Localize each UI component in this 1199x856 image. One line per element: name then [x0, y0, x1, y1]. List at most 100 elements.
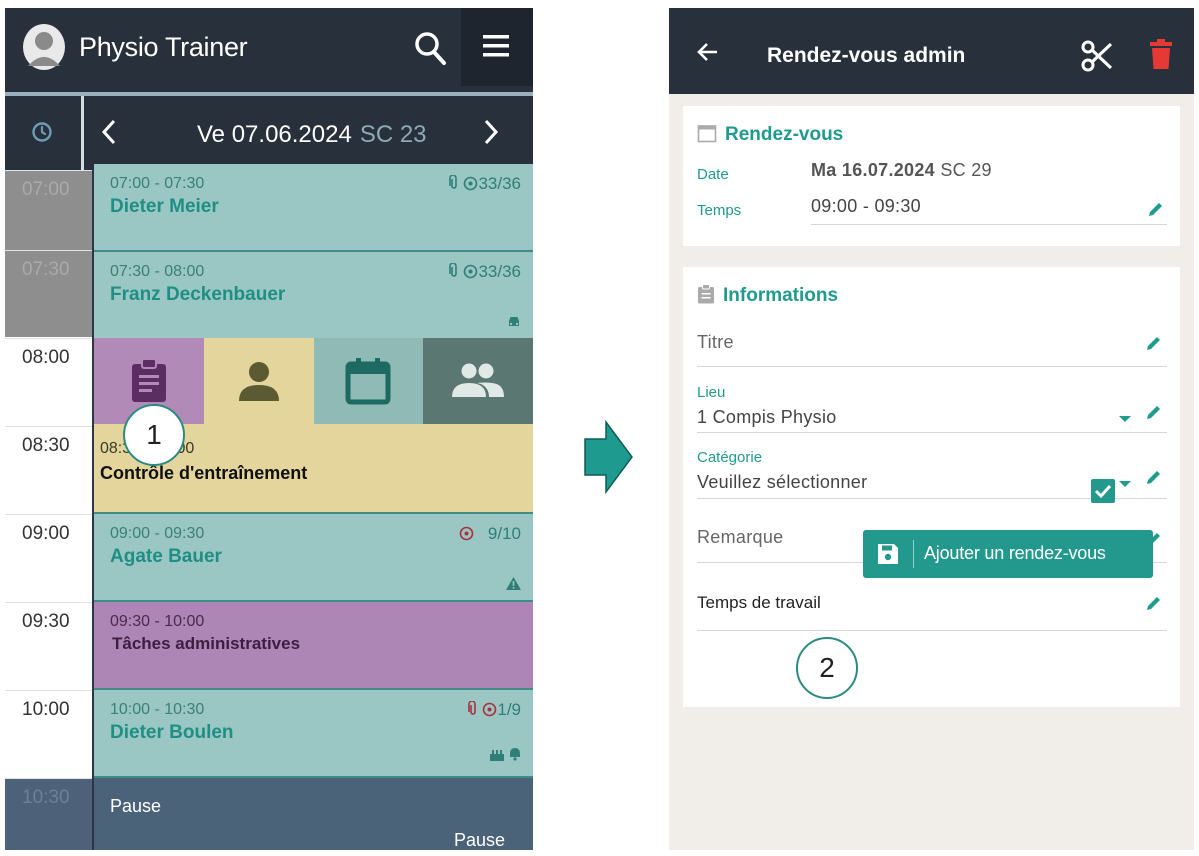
appointment-name: Contrôle d'entraînement: [100, 463, 308, 483]
delete-trash-icon[interactable]: [1150, 39, 1172, 69]
step-badge-1: 1: [123, 404, 185, 466]
attachment-icon: [448, 174, 457, 189]
hamburger-menu-icon: [483, 35, 509, 57]
current-date[interactable]: Ve 07.06.2024 SC 23: [197, 121, 427, 149]
informations-heading-label: Informations: [723, 285, 839, 306]
appointment-name: Dieter Boulen: [110, 722, 234, 743]
button-separator: [913, 540, 914, 568]
checkmark-icon: [1094, 484, 1112, 499]
appointment-meta: 1/9: [467, 700, 521, 720]
attachment-icon: [467, 700, 476, 715]
date-bar-separator: [81, 96, 84, 170]
car-icon: [509, 317, 519, 326]
appointment-name: Agate Bauer: [110, 546, 222, 567]
edit-title-pencil-icon[interactable]: [1145, 334, 1163, 352]
add-appointment-label: Ajouter un rendez-vous: [924, 543, 1106, 563]
date-navigation-bar: Ve 07.06.2024 SC 23: [5, 96, 533, 170]
title-underline: [697, 366, 1167, 367]
time-slot-label: 08:00: [5, 338, 93, 425]
target-icon: [464, 176, 478, 191]
location-dropdown-caret-icon[interactable]: [1119, 415, 1131, 423]
appointment-name: Franz Deckenbauer: [110, 284, 286, 305]
add-appointment-button[interactable]: Ajouter un rendez-vous: [863, 530, 1153, 578]
next-day-chevron-icon[interactable]: [483, 118, 499, 146]
previous-day-chevron-icon[interactable]: [101, 118, 117, 146]
new-group-appointment-button[interactable]: [423, 338, 533, 424]
location-select[interactable]: 1 Compis Physio: [697, 407, 837, 428]
appointment-time: 10:00 - 10:30: [110, 701, 205, 718]
app-bar: Rendez-vous admin: [669, 8, 1194, 94]
appointment-meta: 33/36: [448, 262, 521, 282]
work-time-checkbox[interactable]: [1091, 479, 1115, 503]
physio-trainer-calendar-screen: Physio Trainer Ve 07.06.2024 SC 23 07:00…: [5, 8, 533, 850]
time-value[interactable]: 09:00 - 09:30: [811, 196, 921, 217]
appointment-meta: 33/36: [448, 174, 521, 194]
location-underline: [697, 432, 1167, 433]
pause-label: Pause: [110, 796, 162, 816]
edit-location-pencil-icon[interactable]: [1145, 403, 1163, 421]
appointment-card[interactable]: 09:30 - 10:00 Tâches administratives: [94, 602, 533, 690]
new-patient-appointment-button[interactable]: [203, 338, 314, 424]
session-count: 9/10: [487, 524, 521, 543]
person-icon: [238, 362, 279, 401]
target-icon: [483, 702, 497, 717]
time-slot-label: 10:00: [5, 690, 93, 777]
pause-block[interactable]: Pause Pause: [94, 778, 533, 850]
category-label: Catégorie: [697, 449, 763, 466]
date-value[interactable]: Ma 16.07.2024 SC 29: [811, 160, 992, 181]
menu-button[interactable]: [461, 8, 533, 86]
birthday-cake-icon: [489, 750, 504, 761]
clock-icon[interactable]: [31, 121, 53, 143]
new-calendar-event-button[interactable]: [313, 338, 424, 424]
work-time-underline: [697, 630, 1167, 631]
group-icon: [452, 363, 505, 397]
time-slot-label: 09:30: [5, 602, 93, 689]
bell-icon: [510, 748, 520, 761]
appointment-card[interactable]: 10:00 - 10:30 Dieter Boulen 1/9: [94, 690, 533, 778]
scissors-icon[interactable]: [1081, 40, 1113, 72]
date-week-text: SC 29: [940, 160, 992, 180]
edit-time-pencil-icon[interactable]: [1147, 200, 1165, 218]
current-date-label: Ve 07.06.2024: [197, 121, 352, 148]
remark-input[interactable]: Remarque: [697, 527, 783, 548]
date-value-text: Ma 16.07.2024: [811, 160, 935, 180]
appointment-card[interactable]: 07:30 - 08:00 Franz Deckenbauer 33/36: [94, 252, 533, 340]
work-time-label: Temps de travail: [697, 593, 821, 612]
appointment-time: 09:30 - 10:00: [110, 613, 205, 630]
appointment-time: 07:00 - 07:30: [110, 175, 205, 192]
appointment-name: Dieter Meier: [110, 196, 219, 217]
time-slot-label: 10:30: [5, 778, 93, 850]
appointment-details-card: Rendez-vous Date Ma 16.07.2024 SC 29 Tem…: [683, 106, 1180, 246]
time-slot-label: 07:30: [5, 250, 93, 337]
appointment-card[interactable]: 07:00 - 07:30 Dieter Meier 33/36: [94, 164, 533, 252]
edit-work-time-pencil-icon[interactable]: [1145, 594, 1163, 612]
category-select[interactable]: Veuillez sélectionner: [697, 472, 867, 493]
transition-arrow-icon: [584, 420, 633, 494]
screen-title: Rendez-vous admin: [767, 44, 966, 67]
appointment-section-heading: Rendez-vous: [697, 123, 843, 146]
session-count: 33/36: [478, 262, 521, 281]
appointment-status-icons: [489, 747, 521, 766]
appointment-heading-label: Rendez-vous: [725, 124, 844, 145]
search-icon[interactable]: [412, 28, 448, 68]
user-avatar-icon[interactable]: [23, 24, 65, 70]
time-label: Temps: [697, 202, 742, 219]
session-count: 1/9: [497, 700, 521, 719]
appointment-meta: 9/10: [459, 524, 521, 544]
appointment-card[interactable]: 09:00 - 09:30 Agate Bauer 9/10: [94, 514, 533, 602]
warning-icon: [506, 577, 521, 590]
informations-section-heading: Informations: [697, 284, 838, 307]
appointment-time: 07:30 - 08:00: [110, 263, 205, 280]
edit-category-pencil-icon[interactable]: [1145, 468, 1163, 486]
title-input[interactable]: Titre: [697, 332, 734, 353]
app-title: Physio Trainer: [79, 32, 248, 62]
clipboard-outline-icon: [698, 284, 714, 304]
appointment-name: Tâches administratives: [112, 634, 301, 653]
location-label: Lieu: [697, 384, 726, 401]
clipboard-icon: [131, 358, 166, 402]
back-arrow-icon[interactable]: [697, 42, 719, 62]
app-bar: Physio Trainer: [5, 8, 533, 92]
save-floppy-icon: [878, 544, 898, 564]
calendar-icon: [345, 358, 391, 405]
category-dropdown-caret-icon[interactable]: [1119, 480, 1131, 488]
